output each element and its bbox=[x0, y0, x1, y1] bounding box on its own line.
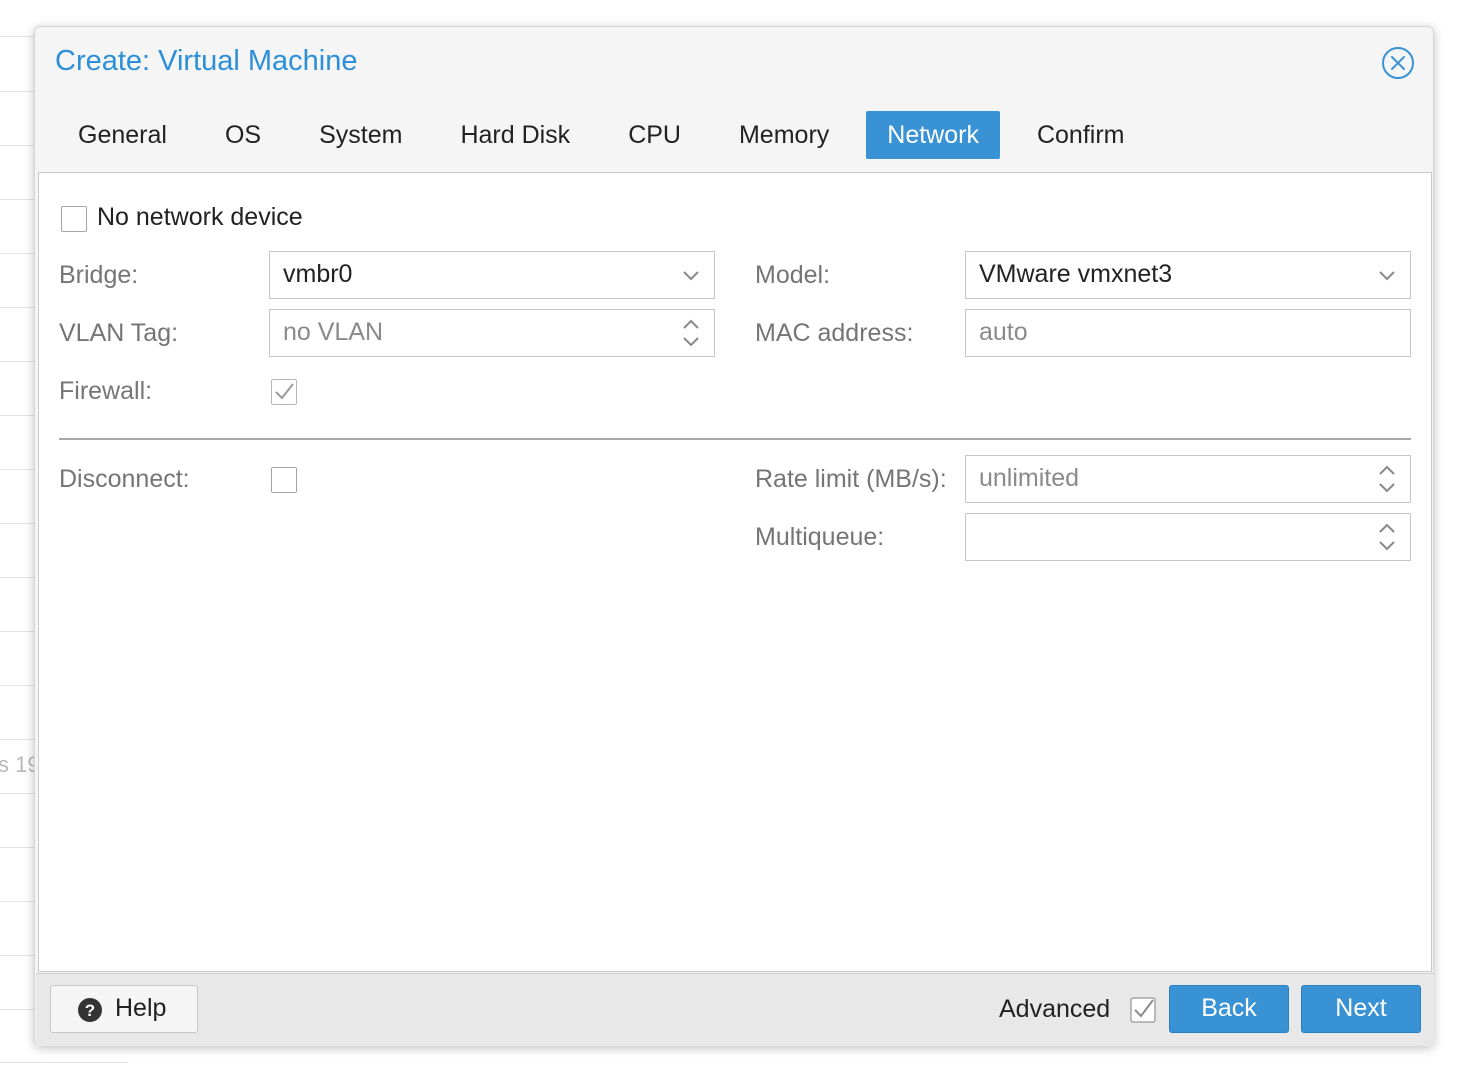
spinner-icon[interactable] bbox=[680, 317, 702, 349]
tab-memory[interactable]: Memory bbox=[718, 111, 850, 159]
spinner-icon[interactable] bbox=[1376, 521, 1398, 553]
vlan-tag-input[interactable]: no VLAN bbox=[269, 309, 715, 357]
tab-network[interactable]: Network bbox=[866, 111, 1000, 159]
firewall-checkbox[interactable] bbox=[271, 379, 297, 405]
bridge-value: vmbr0 bbox=[283, 260, 353, 288]
tab-cpu[interactable]: CPU bbox=[607, 111, 702, 159]
rate-limit-placeholder: unlimited bbox=[979, 464, 1080, 492]
model-value: VMware vmxnet3 bbox=[979, 260, 1173, 288]
svg-text:?: ? bbox=[85, 1001, 95, 1020]
mac-address-input[interactable]: auto bbox=[965, 309, 1411, 357]
disconnect-checkbox[interactable] bbox=[271, 467, 297, 493]
wizard-tabs: General OS System Hard Disk CPU Memory N… bbox=[57, 111, 1161, 159]
dialog-title: Create: Virtual Machine bbox=[55, 45, 358, 77]
vlan-tag-label: VLAN Tag: bbox=[59, 319, 179, 347]
help-label: Help bbox=[115, 994, 167, 1022]
advanced-label: Advanced bbox=[999, 995, 1111, 1023]
disconnect-label: Disconnect: bbox=[59, 465, 190, 493]
rate-limit-input[interactable]: unlimited bbox=[965, 455, 1411, 503]
advanced-checkbox[interactable] bbox=[1130, 997, 1156, 1023]
chevron-down-icon bbox=[683, 271, 699, 281]
multiqueue-input[interactable] bbox=[965, 513, 1411, 561]
tab-system[interactable]: System bbox=[298, 111, 423, 159]
close-icon[interactable] bbox=[1381, 46, 1415, 80]
back-button[interactable]: Back bbox=[1169, 985, 1289, 1033]
tab-general[interactable]: General bbox=[57, 111, 188, 159]
checkmark-icon bbox=[1130, 997, 1156, 1023]
no-network-device-checkbox[interactable] bbox=[61, 206, 87, 232]
network-form-panel: No network device Bridge: vmbr0 VLAN Tag… bbox=[38, 172, 1432, 972]
section-divider bbox=[59, 438, 1411, 440]
model-select[interactable]: VMware vmxnet3 bbox=[965, 251, 1411, 299]
create-vm-dialog: Create: Virtual Machine General OS Syste… bbox=[34, 26, 1434, 1046]
dialog-footer: ? Help Advanced Back Next bbox=[36, 973, 1434, 1046]
vlan-tag-placeholder: no VLAN bbox=[283, 318, 384, 346]
spinner-icon[interactable] bbox=[1376, 463, 1398, 495]
tab-hard-disk[interactable]: Hard Disk bbox=[439, 111, 591, 159]
model-label: Model: bbox=[755, 261, 831, 289]
bridge-label: Bridge: bbox=[59, 261, 139, 289]
help-button[interactable]: ? Help bbox=[50, 985, 198, 1033]
chevron-down-icon bbox=[1379, 271, 1395, 281]
bridge-select[interactable]: vmbr0 bbox=[269, 251, 715, 299]
tab-os[interactable]: OS bbox=[204, 111, 282, 159]
rate-limit-label: Rate limit (MB/s): bbox=[755, 465, 947, 493]
help-icon: ? bbox=[78, 998, 102, 1022]
checkmark-icon bbox=[275, 383, 294, 400]
bg-row-divider bbox=[0, 1062, 128, 1063]
tab-confirm[interactable]: Confirm bbox=[1016, 111, 1146, 159]
next-button[interactable]: Next bbox=[1301, 985, 1421, 1033]
firewall-label: Firewall: bbox=[59, 377, 153, 405]
no-network-device-label: No network device bbox=[97, 203, 303, 231]
mac-address-placeholder: auto bbox=[979, 318, 1028, 346]
mac-address-label: MAC address: bbox=[755, 319, 914, 347]
multiqueue-label: Multiqueue: bbox=[755, 523, 885, 551]
